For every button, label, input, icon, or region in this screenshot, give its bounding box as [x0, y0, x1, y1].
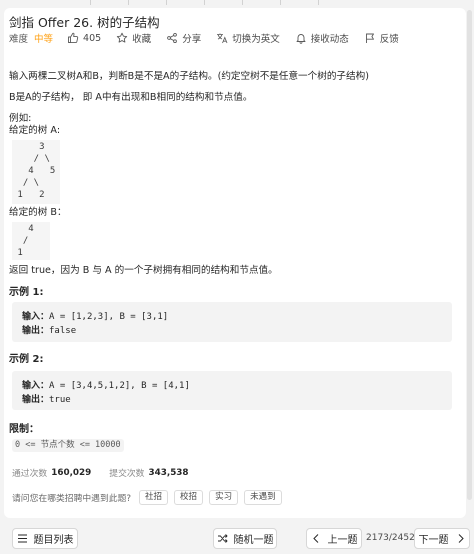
tree-b-label: 给定的树 B： [9, 207, 67, 218]
output-label: 输出： [22, 395, 50, 405]
problem-list-label: 题目列表 [33, 535, 74, 546]
shuffle-icon [217, 533, 234, 544]
tree-a-row: 3 [12, 142, 45, 152]
example-1-input: 输入：A = [1,2,3], B = [3,1] [22, 309, 168, 322]
tag-internship[interactable]: 实习 [209, 490, 239, 505]
interview-survey: 请问您在哪类招聘中遇到此题? 社招 校招 实习 未遇到 [12, 490, 282, 505]
star-icon [116, 32, 128, 44]
submitted-label: 提交次数 [109, 469, 145, 479]
prev-problem-label: 上一题 [327, 535, 358, 546]
thumbs-up-icon [67, 32, 79, 44]
submission-stats: 通过次数 160,029 提交次数 343,538 [12, 466, 189, 480]
prev-problem-button[interactable]: 上一题 [306, 528, 362, 549]
top-strip [0, 0, 474, 8]
difficulty-value: 中等 [34, 34, 54, 45]
input-value: A = [1,2,3], B = [3,1] [49, 312, 169, 322]
problem-title: 剑指 Offer 26. 树的子结构 [9, 15, 160, 30]
favorite-label: 收藏 [132, 34, 152, 45]
description-paragraph-2: B是A的子结构， 即 A中有出现和B相同的结构和节点值。 [9, 92, 253, 103]
tree-b-row: 4 [12, 224, 34, 234]
share-label: 分享 [182, 34, 202, 45]
tag-social-hire[interactable]: 社招 [139, 490, 169, 505]
chevron-left-icon [311, 533, 328, 544]
output-value: false [49, 326, 77, 336]
random-problem-label: 随机一题 [233, 535, 274, 546]
example-1-box: 输入：A = [1,2,3], B = [3,1] 输出：false [12, 302, 452, 342]
input-value: A = [3,4,5,1,2], B = [4,1] [49, 381, 190, 391]
notify-button[interactable]: 接收动态 [295, 31, 349, 45]
switch-language-button[interactable]: 切换为英文 [216, 31, 280, 45]
input-label: 输入： [22, 312, 50, 322]
flag-icon [364, 32, 376, 44]
output-value: true [49, 395, 71, 405]
submitted-count: 343,538 [148, 467, 189, 478]
like-button[interactable]: 405 [67, 32, 101, 44]
scrollbar[interactable] [467, 8, 472, 518]
example-1-output: 输出：false [22, 323, 76, 336]
list-icon [17, 533, 34, 544]
share-button[interactable]: 分享 [166, 31, 201, 45]
notify-label: 接收动态 [310, 34, 349, 45]
tag-not-met[interactable]: 未遇到 [244, 490, 282, 505]
output-label: 输出： [22, 326, 50, 336]
example-2-input: 输入：A = [3,4,5,1,2], B = [4,1] [22, 378, 190, 391]
feedback-label: 反馈 [379, 34, 399, 45]
tree-b-diagram: 4 / 1 [12, 222, 50, 260]
description-conclusion: 返回 true，因为 B 与 A 的一个子树拥有相同的结构和节点值。 [9, 265, 278, 276]
tree-a-label: 给定的树 A: [9, 125, 61, 136]
problem-pager: 2173/2452 [366, 533, 415, 543]
description-paragraph-1: 输入两棵二叉树A和B，判断B是不是A的子结构。(约定空树不是任意一个树的子结构) [9, 71, 369, 82]
feedback-button[interactable]: 反馈 [364, 31, 399, 45]
tag-campus-hire[interactable]: 校招 [174, 490, 204, 505]
problem-list-button[interactable]: 题目列表 [12, 528, 78, 549]
top-strip-marks [90, 0, 320, 5]
tree-a-row: / \ [12, 154, 50, 164]
tree-b-row: 1 [12, 248, 23, 258]
switch-language-label: 切换为英文 [232, 34, 280, 45]
problem-page: 剑指 Offer 26. 树的子结构 难度 中等 405 收藏 分享 切换为英文… [0, 0, 474, 554]
example-2-title: 示例 2: [9, 354, 44, 365]
tree-a-row: / \ [12, 178, 40, 188]
random-problem-button[interactable]: 随机一题 [213, 528, 277, 549]
limits-title: 限制： [9, 424, 39, 435]
problem-meta-bar: 难度 中等 405 收藏 分享 切换为英文 接收动态 反馈 [9, 30, 399, 46]
scrollbar-thumb[interactable] [467, 10, 472, 500]
tree-b-row: / [12, 236, 29, 246]
bell-icon [295, 32, 307, 44]
difficulty-label: 难度 [9, 34, 29, 45]
next-problem-button[interactable]: 下一题 [414, 528, 470, 549]
passed-label: 通过次数 [12, 469, 48, 479]
example-1-title: 示例 1: [9, 287, 44, 298]
share-icon [166, 32, 178, 44]
example-2-box: 输入：A = [3,4,5,1,2], B = [4,1] 输出：true [12, 371, 452, 410]
passed-count: 160,029 [51, 467, 92, 478]
interview-question: 请问您在哪类招聘中遇到此题? [12, 494, 132, 504]
translate-icon [216, 32, 228, 44]
input-label: 输入： [22, 381, 50, 391]
example-2-output: 输出：true [22, 392, 71, 405]
chevron-right-icon [455, 533, 466, 544]
next-problem-label: 下一题 [418, 535, 449, 546]
tree-a-diagram: 3 / \ 4 5 / \ 1 2 [12, 140, 60, 204]
favorite-button[interactable]: 收藏 [116, 31, 151, 45]
like-count: 405 [83, 32, 102, 44]
tree-a-row: 4 5 [12, 166, 56, 176]
tree-a-row: 1 2 [12, 190, 45, 200]
limits-text: 0 <= 节点个数 <= 10000 [12, 439, 124, 452]
